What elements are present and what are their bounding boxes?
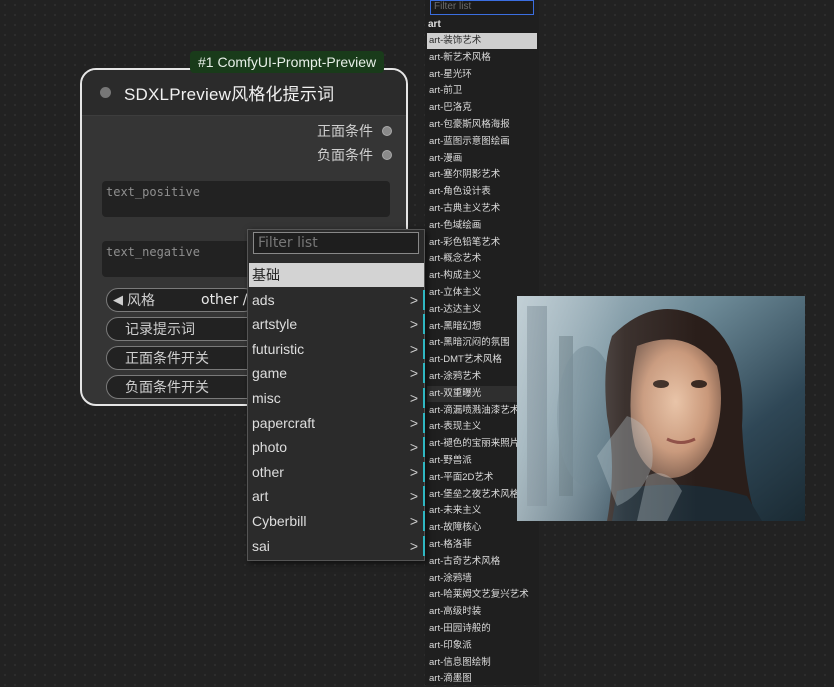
- output-slot-positive[interactable]: 正面条件: [317, 121, 392, 141]
- style-list-item[interactable]: art-古典主义艺术: [427, 201, 537, 217]
- text-positive-input[interactable]: text_positive: [102, 181, 390, 217]
- style-list-item[interactable]: art-彩色铅笔艺术: [427, 235, 537, 251]
- record-prompt-toggle[interactable]: 记录提示词: [106, 317, 266, 341]
- style-list-item[interactable]: art-高级时装: [427, 604, 537, 620]
- category-menu-item[interactable]: art >: [249, 484, 425, 508]
- style-list-item[interactable]: art-装饰艺术: [427, 33, 537, 49]
- widget-label: 负面条件开关: [125, 380, 209, 396]
- submenu-arrow-icon: >: [409, 439, 418, 456]
- style-list-item[interactable]: art-故障核心: [427, 520, 537, 536]
- style-list-item[interactable]: art-构成主义: [427, 268, 537, 284]
- submenu-arrow-icon: >: [409, 291, 418, 308]
- submenu-indicator: [423, 388, 425, 408]
- style-list-item[interactable]: art-巴洛克: [427, 100, 537, 116]
- category-menu-item[interactable]: 基础: [249, 263, 424, 287]
- category-menu-item-label: papercraft: [252, 414, 316, 431]
- category-menu-item[interactable]: papercraft >: [249, 411, 425, 435]
- style-filter-input[interactable]: Filter list: [430, 0, 534, 15]
- category-filter-input[interactable]: Filter list: [253, 232, 419, 254]
- category-menu-item[interactable]: game >: [249, 361, 425, 385]
- widget-label: 记录提示词: [125, 322, 195, 338]
- text-positive-placeholder: text_positive: [106, 185, 200, 199]
- category-menu-item[interactable]: ads >: [249, 288, 425, 312]
- category-menu-item-label: ads: [252, 291, 275, 308]
- style-list-item[interactable]: art-概念艺术: [427, 251, 537, 267]
- style-combo-widget[interactable]: ◀ 风格 other /: [106, 288, 256, 312]
- submenu-indicator: [423, 486, 425, 507]
- submenu-arrow-icon: >: [409, 316, 418, 333]
- style-list-item[interactable]: art-漫画: [427, 151, 537, 167]
- style-list-item[interactable]: art-星光环: [427, 67, 537, 83]
- style-list-item[interactable]: art-田园诗般的: [427, 621, 537, 637]
- double-exposure-portrait: [517, 296, 805, 521]
- category-menu-item[interactable]: futuristic >: [249, 337, 425, 361]
- style-list-item[interactable]: art-蓝图示意图绘画: [427, 134, 537, 150]
- category-menu-item[interactable]: photo >: [249, 435, 425, 459]
- category-menu-item[interactable]: misc >: [249, 386, 425, 410]
- submenu-indicator: [423, 289, 425, 310]
- category-menu-item-label: misc: [252, 390, 281, 406]
- submenu-arrow-icon: >: [409, 340, 418, 357]
- style-prev-arrow-icon[interactable]: ◀: [113, 293, 123, 308]
- submenu-arrow-icon: >: [409, 390, 418, 406]
- style-list-item[interactable]: art-包豪斯风格海报: [427, 117, 537, 133]
- category-menu-item-label: futuristic: [252, 340, 305, 357]
- submenu-arrow-icon: >: [409, 365, 418, 382]
- output-slot-label: 正面条件: [317, 124, 373, 140]
- submenu-indicator: [423, 363, 425, 384]
- submenu-arrow-icon: >: [409, 463, 418, 480]
- collapse-dot-icon[interactable]: [100, 87, 111, 98]
- style-label: 风格: [127, 293, 155, 309]
- output-slot-label: 负面条件: [317, 148, 373, 164]
- style-list-item[interactable]: art-古奇艺术风格: [427, 554, 537, 570]
- style-list-item[interactable]: art-前卫: [427, 83, 537, 99]
- node-title: SDXLPreview风格化提示词: [124, 85, 335, 104]
- style-preview-image: [517, 296, 805, 521]
- category-menu-item-label: game: [252, 365, 288, 382]
- text-negative-placeholder: text_negative: [106, 245, 200, 259]
- widget-label: 正面条件开关: [125, 351, 209, 367]
- submenu-indicator: [423, 461, 425, 482]
- category-menu-item-label: art: [252, 488, 269, 505]
- category-menu-item-label: 基础: [252, 267, 280, 283]
- submenu-indicator: [423, 412, 425, 433]
- style-list-item[interactable]: art-色域绘画: [427, 218, 537, 234]
- category-menu-item[interactable]: other >: [249, 460, 425, 484]
- submenu-arrow-icon: >: [409, 488, 418, 505]
- style-value: other /: [201, 292, 248, 308]
- negative-condition-toggle[interactable]: 负面条件开关: [106, 375, 266, 399]
- category-menu-item-label: Cyberbill: [252, 513, 307, 529]
- style-list-item[interactable]: art-新艺术风格: [427, 50, 537, 66]
- category-menu-item-label: photo: [252, 439, 288, 456]
- category-menu-item-label: other: [252, 463, 284, 480]
- node-header[interactable]: SDXLPreview风格化提示词: [82, 70, 406, 116]
- submenu-indicator: [423, 314, 425, 335]
- submenu-arrow-icon: >: [409, 537, 418, 554]
- style-list-item[interactable]: art-角色设计表: [427, 184, 537, 200]
- output-connector-icon[interactable]: [382, 126, 392, 136]
- output-connector-icon[interactable]: [382, 150, 392, 160]
- submenu-indicator: [423, 437, 425, 458]
- style-list-item[interactable]: art-哈莱姆文艺复兴艺术: [427, 587, 537, 603]
- submenu-indicator: [423, 535, 425, 556]
- submenu-indicator: [423, 511, 425, 531]
- category-menu-item[interactable]: artstyle >: [249, 312, 425, 336]
- style-list-item[interactable]: art-格洛菲: [427, 537, 537, 553]
- style-list-item[interactable]: art-印象派: [427, 638, 537, 654]
- style-list-item[interactable]: art-涂鸦墙: [427, 571, 537, 587]
- node-id-badge: #1 ComfyUI-Prompt-Preview: [190, 51, 385, 73]
- style-category-menu[interactable]: Filter list 基础 ads > artstyle > futuristic > ga…: [247, 229, 425, 561]
- submenu-arrow-icon: >: [409, 513, 418, 529]
- category-menu-item[interactable]: sai >: [249, 534, 425, 558]
- positive-condition-toggle[interactable]: 正面条件开关: [106, 346, 266, 370]
- submenu-arrow-icon: >: [409, 414, 418, 431]
- category-menu-item[interactable]: Cyberbill >: [249, 509, 425, 533]
- style-list-item[interactable]: art-塞尔阴影艺术: [427, 167, 537, 183]
- category-menu-item-label: artstyle: [252, 316, 298, 333]
- style-list-item[interactable]: art-信息图绘制: [427, 655, 537, 671]
- style-list-heading: art: [428, 19, 441, 30]
- submenu-indicator: [423, 338, 425, 359]
- output-slot-negative[interactable]: 负面条件: [317, 145, 392, 165]
- category-menu-item-label: sai: [252, 537, 270, 554]
